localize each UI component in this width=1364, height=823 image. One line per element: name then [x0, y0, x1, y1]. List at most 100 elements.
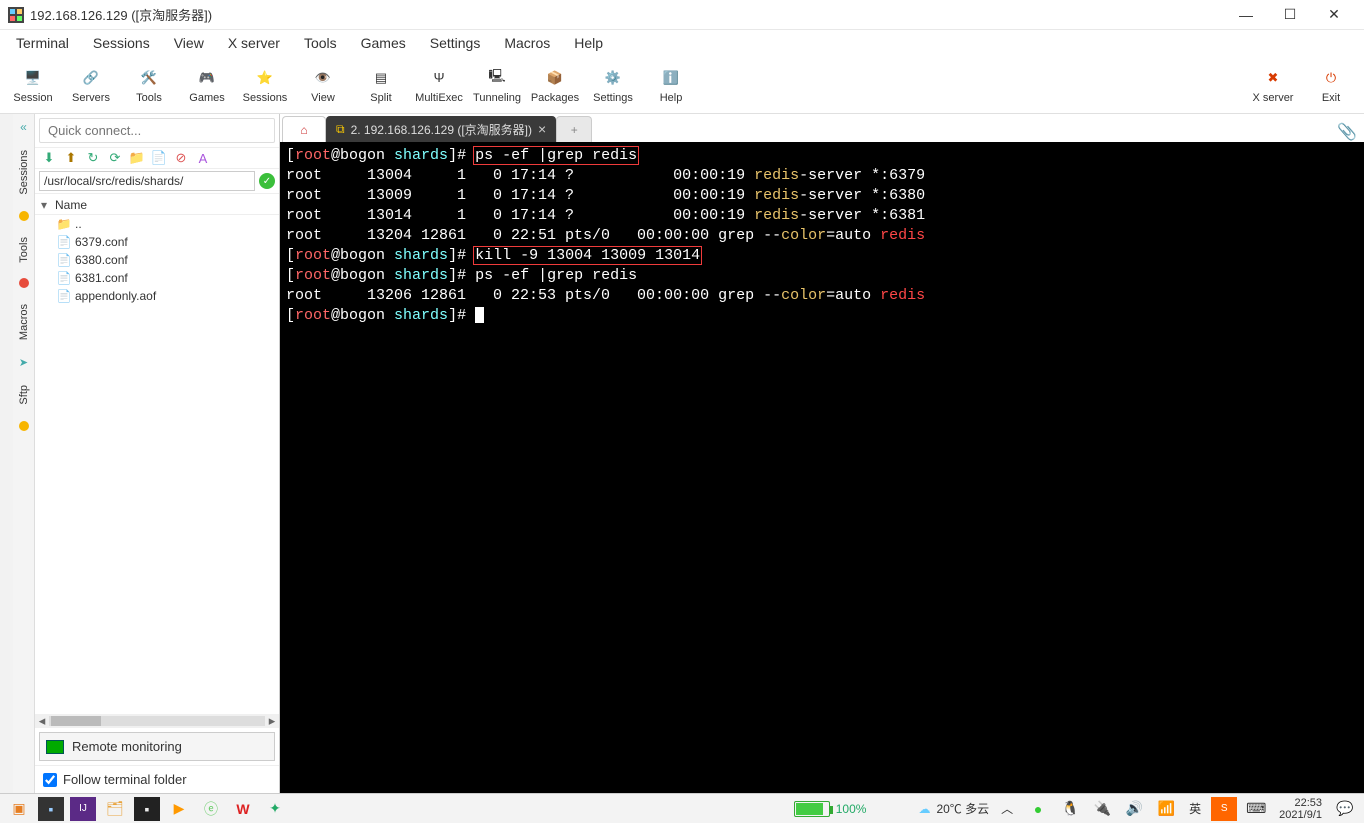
tray-notifications-icon[interactable]: 💬 — [1332, 797, 1358, 821]
clock[interactable]: 22:53 2021/9/1 — [1275, 797, 1326, 821]
tool-label: Settings — [593, 92, 633, 104]
scroll-thumb[interactable] — [51, 716, 101, 726]
menu-help[interactable]: Help — [564, 32, 613, 54]
tool-label: X server — [1253, 92, 1294, 104]
tray-volume-icon[interactable]: 🔊 — [1121, 797, 1147, 821]
tab-new[interactable]: + — [556, 116, 592, 142]
menu-macros[interactable]: Macros — [494, 32, 560, 54]
tool-view[interactable]: 👁️View — [294, 58, 352, 112]
new-folder-icon[interactable]: 📁 — [129, 150, 145, 166]
folder-up-icon: 📁 — [57, 217, 71, 231]
menu-x-server[interactable]: X server — [218, 32, 290, 54]
minimize-button[interactable]: — — [1224, 1, 1268, 29]
tray-power-icon[interactable]: 🔌 — [1089, 797, 1115, 821]
tool-tools[interactable]: 🛠️Tools — [120, 58, 178, 112]
scroll-track[interactable] — [49, 716, 265, 726]
tab-bar: ⌂ ⧉ 2. 192.168.126.129 ([京淘服务器]) × + 📎 — [280, 114, 1364, 142]
tool-label: Packages — [531, 92, 579, 104]
tray-wifi-icon[interactable]: 📶 — [1153, 797, 1179, 821]
tab-home[interactable]: ⌂ — [282, 116, 326, 142]
tool-x-server[interactable]: ✖X server — [1244, 58, 1302, 112]
properties-icon[interactable]: A — [195, 150, 211, 166]
new-file-icon[interactable]: 📄 — [151, 150, 167, 166]
side-tab-macros[interactable]: Macros — [16, 298, 32, 346]
maximize-button[interactable]: ☐ — [1268, 1, 1312, 29]
tool-packages[interactable]: 📦Packages — [526, 58, 584, 112]
close-button[interactable]: ✕ — [1312, 1, 1356, 29]
split-icon: ▤ — [369, 66, 393, 90]
collapse-icon[interactable]: « — [20, 120, 27, 134]
taskbar-wps-icon[interactable]: W — [230, 797, 256, 821]
tray-qq-icon[interactable]: 🐧 — [1057, 797, 1083, 821]
taskbar-browser-icon[interactable]: ⓔ — [198, 797, 224, 821]
follow-checkbox[interactable] — [43, 773, 57, 787]
side-tab-sftp[interactable]: Sftp — [16, 379, 32, 411]
parent-dir[interactable]: 📁.. — [35, 215, 279, 233]
tray-keyboard-icon[interactable]: ⌨ — [1243, 797, 1269, 821]
taskbar-cmd-icon[interactable]: ▪ — [134, 797, 160, 821]
taskbar: ▣ ▪ IJ 🗂 ▪ ▶ ⓔ W ✦ 100% ☁ 20℃ 多云 ︿ ● 🐧 🔌… — [0, 793, 1364, 823]
taskbar-terminal-icon[interactable]: ▪ — [38, 797, 64, 821]
ime-lang[interactable]: 英 — [1185, 800, 1205, 817]
tool-games[interactable]: 🎮Games — [178, 58, 236, 112]
weather-text[interactable]: 20℃ 多云 — [936, 800, 989, 817]
side-tab-tools[interactable]: Tools — [16, 231, 32, 269]
tool-sessions[interactable]: ⭐Sessions — [236, 58, 294, 112]
h-scrollbar[interactable]: ◂ ▸ — [35, 714, 279, 728]
refresh2-icon[interactable]: ⟳ — [107, 150, 123, 166]
tool-multiexec[interactable]: ΨMultiExec — [410, 58, 468, 112]
taskbar-vm-icon[interactable]: ▣ — [6, 797, 32, 821]
delete-icon[interactable]: ⊘ — [173, 150, 189, 166]
terminal[interactable]: [root@bogon shards]# ps -ef |grep redisr… — [280, 142, 1364, 793]
tool-session[interactable]: 🖥️Session — [4, 58, 62, 112]
tray-sogou-icon[interactable]: S — [1211, 797, 1237, 821]
scroll-right-icon[interactable]: ▸ — [265, 713, 279, 729]
attach-icon[interactable]: 📎 — [1336, 122, 1364, 142]
tab-close-icon[interactable]: × — [538, 121, 546, 137]
session-icon: 🖥️ — [21, 66, 45, 90]
tool-label: Tunneling — [473, 92, 521, 104]
refresh-icon[interactable]: ↻ — [85, 150, 101, 166]
menu-settings[interactable]: Settings — [420, 32, 491, 54]
file-icon: 📄 — [57, 271, 71, 285]
settings-icon: ⚙️ — [601, 66, 625, 90]
tray-chevron-icon[interactable]: ︿ — [995, 800, 1019, 817]
tab-session-active[interactable]: ⧉ 2. 192.168.126.129 ([京淘服务器]) × — [326, 116, 556, 142]
tool-settings[interactable]: ⚙️ Settings — [584, 58, 642, 112]
remote-monitoring-button[interactable]: Remote monitoring — [39, 732, 275, 761]
menu-sessions[interactable]: Sessions — [83, 32, 160, 54]
tray-wechat-icon[interactable]: ● — [1025, 797, 1051, 821]
menu-games[interactable]: Games — [351, 32, 416, 54]
tool-servers[interactable]: 🔗Servers — [62, 58, 120, 112]
macros-arrow-icon: ➤ — [19, 356, 28, 369]
scroll-left-icon[interactable]: ◂ — [35, 713, 49, 729]
tool-split[interactable]: ▤ Split — [352, 58, 410, 112]
side-tab-sessions[interactable]: Sessions — [16, 144, 32, 201]
taskbar-media-icon[interactable]: ▶ — [166, 797, 192, 821]
follow-checkbox-row[interactable]: Follow terminal folder — [35, 765, 279, 793]
tools-dot-icon — [19, 278, 29, 288]
tool-help[interactable]: ℹ️Help — [642, 58, 700, 112]
terminal-icon: ⧉ — [336, 122, 345, 137]
file-list-header[interactable]: ▾Name — [35, 196, 279, 215]
tool-label: Split — [370, 92, 391, 104]
menu-view[interactable]: View — [164, 32, 214, 54]
file-item[interactable]: 📄6379.conf — [35, 233, 279, 251]
download-icon[interactable]: ⬆ — [63, 150, 79, 166]
terminal-line: [root@bogon shards]# — [286, 306, 1358, 326]
file-item[interactable]: 📄6381.conf — [35, 269, 279, 287]
tool-exit[interactable]: ⏻Exit — [1302, 58, 1360, 112]
file-item[interactable]: 📄appendonly.aof — [35, 287, 279, 305]
menu-terminal[interactable]: Terminal — [6, 32, 79, 54]
quick-connect-input[interactable] — [39, 118, 275, 143]
file-item[interactable]: 📄6380.conf — [35, 251, 279, 269]
taskbar-av-icon[interactable]: ✦ — [262, 797, 288, 821]
taskbar-idea-icon[interactable]: IJ — [70, 797, 96, 821]
taskbar-files-icon[interactable]: 🗂 — [102, 797, 128, 821]
menu-tools[interactable]: Tools — [294, 32, 347, 54]
upload-icon[interactable]: ⬇ — [41, 150, 57, 166]
tool-tunneling[interactable]: 🖳Tunneling — [468, 58, 526, 112]
gutter — [0, 114, 13, 793]
path-input[interactable]: /usr/local/src/redis/shards/ — [39, 171, 255, 191]
weather-icon: ☁ — [918, 802, 930, 816]
